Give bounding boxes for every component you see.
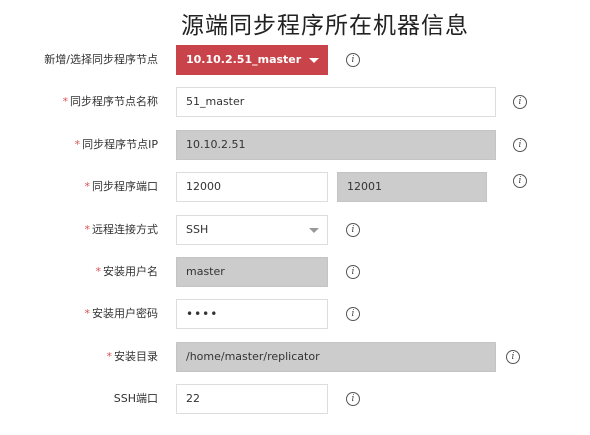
chevron-down-icon — [309, 58, 319, 63]
sync-port-label: * 同步程序端口 — [84, 180, 159, 193]
sync-port-secondary-input[interactable]: 12001 — [337, 172, 487, 202]
sync-port-input[interactable]: 12000 — [176, 172, 328, 202]
install-password-input[interactable]: •••• — [176, 299, 328, 329]
node-ip-input[interactable]: 10.10.2.51 — [176, 130, 496, 160]
node-select-label: 新增/选择同步程序节点 — [44, 53, 158, 66]
install-dir-label: * 安装目录 — [106, 350, 159, 363]
info-icon[interactable]: i — [346, 53, 360, 67]
install-password-label: * 安装用户密码 — [84, 307, 159, 320]
node-select-dropdown[interactable]: 10.10.2.51_master — [176, 45, 328, 75]
info-icon[interactable]: i — [513, 95, 527, 109]
info-icon[interactable]: i — [346, 307, 360, 321]
install-user-input[interactable]: master — [176, 257, 328, 287]
info-icon[interactable]: i — [346, 392, 360, 406]
info-icon[interactable]: i — [513, 138, 527, 152]
node-name-input[interactable]: 51_master — [176, 87, 496, 117]
info-icon[interactable]: i — [513, 174, 527, 188]
remote-connection-label: * 远程连接方式 — [84, 223, 159, 236]
install-user-label: * 安装用户名 — [95, 265, 159, 278]
row-node-select: 新增/选择同步程序节点 10.10.2.51_master i — [0, 45, 590, 77]
row-install-user: * 安装用户名 master i — [0, 257, 590, 289]
ssh-port-label: SSH端口 — [113, 392, 158, 405]
remote-connection-select[interactable]: SSH — [176, 215, 328, 245]
node-ip-label: * 同步程序节点IP — [74, 138, 158, 151]
chevron-down-icon — [309, 228, 319, 233]
row-sync-port: * 同步程序端口 12000 12001 i — [0, 172, 590, 204]
info-icon[interactable]: i — [346, 265, 360, 279]
info-icon[interactable]: i — [506, 350, 520, 364]
ssh-port-input[interactable]: 22 — [176, 384, 328, 414]
install-dir-input[interactable]: /home/master/replicator — [176, 342, 496, 372]
row-ssh-port: SSH端口 22 i — [0, 384, 590, 416]
info-icon[interactable]: i — [346, 223, 360, 237]
row-node-name: * 同步程序节点名称 51_master i — [0, 87, 590, 119]
row-node-ip: * 同步程序节点IP 10.10.2.51 i — [0, 130, 590, 162]
row-install-password: * 安装用户密码 •••• i — [0, 299, 590, 331]
row-remote-connection: * 远程连接方式 SSH i — [0, 215, 590, 247]
row-install-dir: * 安装目录 /home/master/replicator i — [0, 342, 590, 374]
page-title: 源端同步程序所在机器信息 — [181, 13, 469, 39]
node-name-label: * 同步程序节点名称 — [62, 95, 159, 108]
